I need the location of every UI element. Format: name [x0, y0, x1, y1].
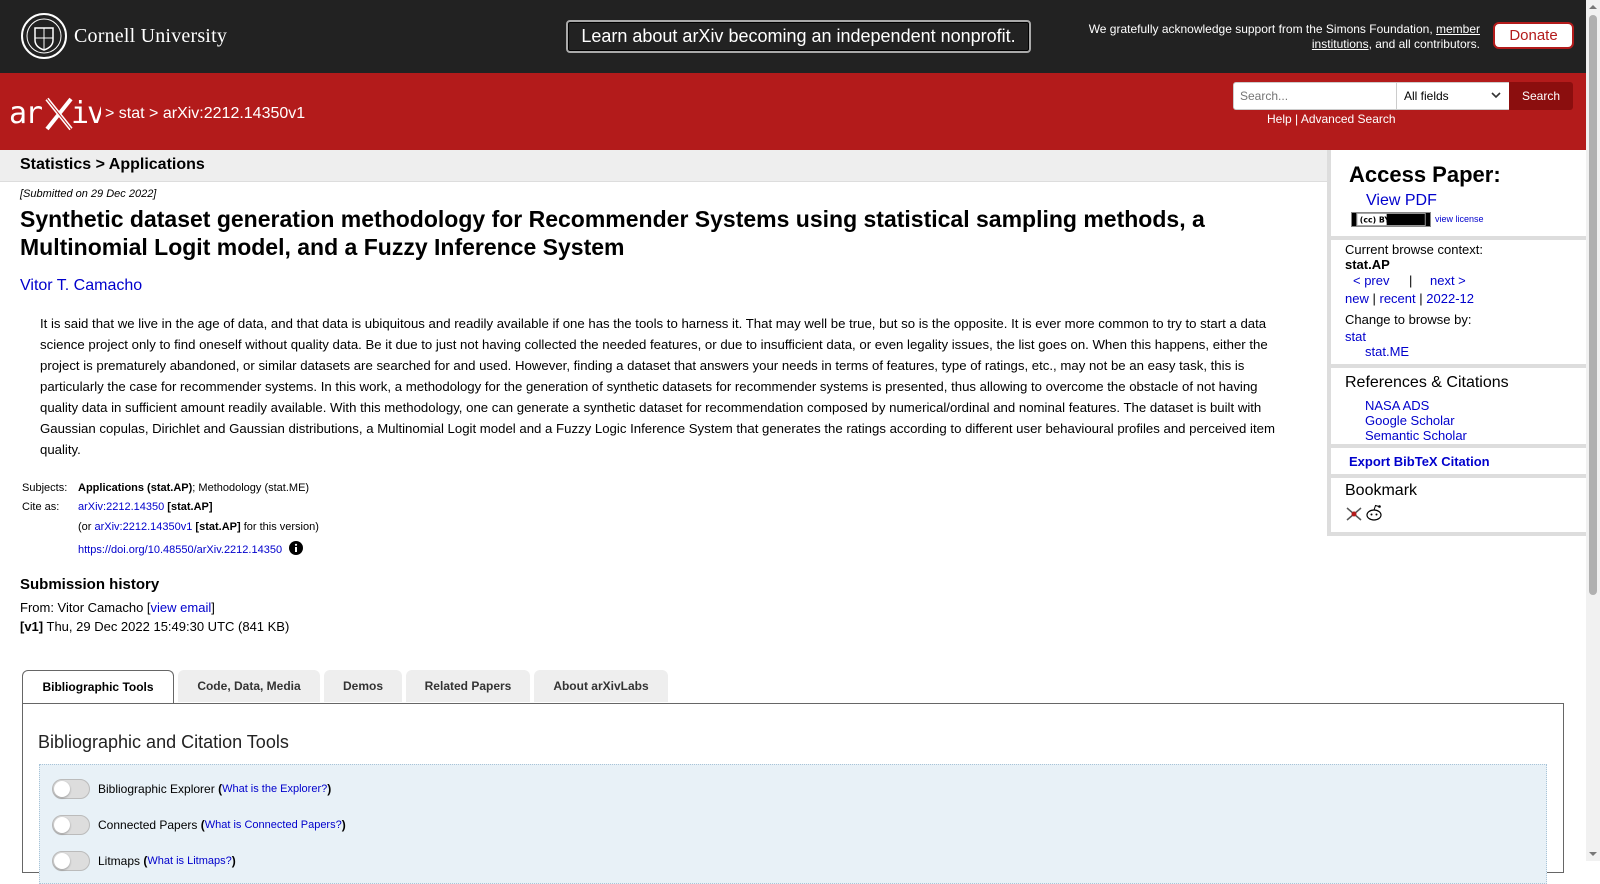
export-bibtex-link[interactable]: Export BibTeX Citation — [1349, 454, 1490, 469]
connected-papers-help-link[interactable]: What is Connected Papers? — [205, 819, 342, 831]
connected-papers-toggle[interactable] — [52, 815, 90, 835]
donate-button[interactable]: Donate — [1493, 22, 1574, 49]
version-entry: [v1] Thu, 29 Dec 2022 15:49:30 UTC (841 … — [20, 619, 290, 634]
version-id-link[interactable]: arXiv:2212.14350v1 — [95, 521, 193, 533]
author-link[interactable]: Vitor T. Camacho — [20, 277, 142, 295]
tool-litmaps: Litmaps (What is Litmaps?) — [52, 851, 236, 871]
submitted-date: [Submitted on 29 Dec 2022] — [20, 188, 157, 200]
view-license-link[interactable]: view license — [1435, 214, 1484, 224]
litmaps-help-link[interactable]: What is Litmaps? — [147, 855, 231, 867]
list-links: new | recent | 2022-12 — [1345, 291, 1474, 306]
help-links: Help | Advanced Search — [1267, 112, 1396, 126]
search-button[interactable]: Search — [1509, 82, 1573, 110]
breadcrumb-stat-link[interactable]: stat — [119, 105, 145, 122]
explorer-help-link[interactable]: What is the Explorer? — [222, 783, 327, 795]
tab-panel: Bibliographic and Citation Tools Bibliog… — [22, 703, 1564, 884]
subjects-label: Subjects: — [22, 482, 68, 494]
svg-text:(cc) BY: (cc) BY — [1360, 216, 1391, 225]
svg-text:ar: ar — [9, 96, 42, 131]
cite-value: arXiv:2212.14350 [stat.AP] — [78, 501, 213, 513]
tab-about-arxivlabs[interactable]: About arXivLabs — [534, 670, 668, 702]
explorer-toggle[interactable] — [52, 779, 90, 799]
browse-context-section: Current browse context: stat.AP < prev |… — [1331, 240, 1586, 368]
tool-bibliographic-explorer: Bibliographic Explorer (What is the Expl… — [52, 779, 331, 799]
chevron-down-icon — [1491, 92, 1501, 99]
view-pdf-link[interactable]: View PDF — [1366, 192, 1437, 210]
scrollbar-thumb[interactable] — [1589, 15, 1597, 595]
new-link[interactable]: new — [1345, 291, 1369, 306]
submitter: From: Vitor Camacho [view email] — [20, 600, 215, 615]
search-input[interactable] — [1233, 82, 1397, 110]
abstract: It is said that we live in the age of da… — [40, 316, 1275, 457]
tab-demos[interactable]: Demos — [324, 670, 402, 702]
tool-connected-papers: Connected Papers (What is Connected Pape… — [52, 815, 346, 835]
semantic-scholar-link[interactable]: Semantic Scholar — [1365, 428, 1467, 443]
cite-label: Cite as: — [22, 501, 60, 513]
access-paper-section: Access Paper: View PDF (cc) BY view lice… — [1331, 150, 1586, 240]
references-section: References & Citations NASA ADS Google S… — [1331, 368, 1586, 448]
tab-bibliographic-tools[interactable]: Bibliographic Tools — [22, 670, 174, 704]
doi-link[interactable]: https://doi.org/10.48550/arXiv.2212.1435… — [78, 544, 282, 556]
tab-code-data-media[interactable]: Code, Data, Media — [178, 670, 320, 702]
bookmark-title: Bookmark — [1345, 482, 1418, 499]
view-email-link[interactable]: view email — [151, 600, 212, 615]
cc-by-license-icon[interactable]: (cc) BY — [1351, 212, 1431, 227]
recent-link[interactable]: recent — [1380, 291, 1416, 306]
institution-name: Cornell University — [74, 24, 228, 47]
doi-row: https://doi.org/10.48550/arXiv.2212.1435… — [78, 541, 304, 556]
browse-context-value: stat.AP — [1345, 257, 1390, 272]
google-scholar-link[interactable]: Google Scholar — [1365, 413, 1455, 428]
scroll-up-icon[interactable] — [1589, 3, 1597, 11]
bibsonomy-icon[interactable] — [1345, 506, 1363, 522]
svg-text:iv: iv — [71, 96, 101, 131]
search-field-select[interactable]: All fields — [1396, 82, 1510, 110]
bookmark-section: Bookmark — [1331, 478, 1586, 532]
paper-title: Synthetic dataset generation methodology… — [20, 206, 1205, 260]
nonprofit-banner-button[interactable]: Learn about arXiv becoming an independen… — [566, 20, 1031, 53]
cornell-seal-icon — [21, 13, 67, 59]
arxiv-header: ar iv > stat > arXiv:2212.14350v1 All fi… — [0, 73, 1586, 150]
litmaps-toggle[interactable] — [52, 851, 90, 871]
subjects-value: Applications (stat.AP); Methodology (sta… — [78, 482, 310, 494]
breadcrumb-paper-id: arXiv:2212.14350v1 — [162, 105, 306, 122]
prev-link[interactable]: < prev — [1353, 273, 1390, 288]
tools-box: Bibliographic Explorer (What is the Expl… — [39, 764, 1547, 884]
submission-history-title: Submission history — [20, 576, 160, 593]
browse-stat-link[interactable]: stat — [1345, 329, 1366, 344]
category-header: Statistics > Applications — [0, 150, 1328, 182]
cornell-logo[interactable]: Cornell University — [20, 12, 227, 60]
scroll-down-icon[interactable] — [1589, 850, 1597, 858]
nasa-ads-link[interactable]: NASA ADS — [1365, 398, 1429, 413]
next-link[interactable]: next > — [1430, 273, 1466, 288]
month-link[interactable]: 2022-12 — [1426, 291, 1474, 306]
references-title: References & Citations — [1345, 374, 1509, 391]
browse-stat-me-link[interactable]: stat.ME — [1365, 344, 1409, 359]
right-sidebar: Access Paper: View PDF (cc) BY view lice… — [1327, 150, 1586, 536]
acknowledgement-text: We gratefully acknowledge support from t… — [1088, 22, 1480, 51]
reddit-icon[interactable] — [1365, 504, 1383, 522]
tab-related-papers[interactable]: Related Papers — [406, 670, 530, 702]
access-paper-title: Access Paper: — [1349, 162, 1501, 187]
advanced-search-link[interactable]: Advanced Search — [1301, 112, 1396, 126]
top-bar: Cornell University Learn about arXiv bec… — [0, 0, 1586, 73]
info-icon[interactable] — [289, 541, 304, 555]
cite-id-link[interactable]: arXiv:2212.14350 — [78, 501, 164, 513]
bibtex-section: Export BibTeX Citation — [1331, 448, 1586, 478]
breadcrumb: > stat > arXiv:2212.14350v1 — [105, 105, 306, 122]
panel-title: Bibliographic and Citation Tools — [38, 732, 289, 752]
arxiv-logo-icon[interactable]: ar iv — [9, 93, 101, 133]
page-scrollbar[interactable] — [1586, 0, 1600, 861]
version-cite: (or arXiv:2212.14350v1 [stat.AP] for thi… — [78, 521, 319, 533]
help-link[interactable]: Help — [1267, 112, 1292, 126]
